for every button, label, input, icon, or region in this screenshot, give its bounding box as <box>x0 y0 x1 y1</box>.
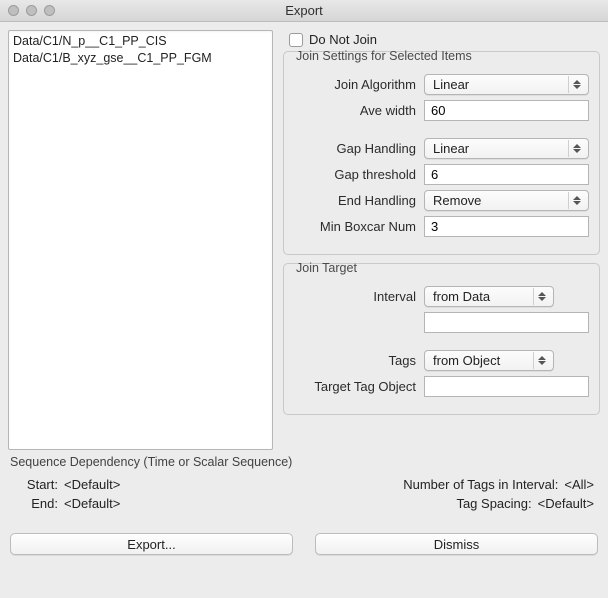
sequence-section: Sequence Dependency (Time or Scalar Sequ… <box>0 450 608 523</box>
window-title: Export <box>0 3 608 18</box>
chevron-updown-icon <box>568 192 584 209</box>
join-target-group: Join Target Interval from Data Tags <box>283 263 600 415</box>
min-boxcar-label: Min Boxcar Num <box>294 219 424 234</box>
window-controls <box>0 5 55 16</box>
tagspacing-value: <Default> <box>538 496 594 511</box>
select-value: Remove <box>433 193 481 208</box>
start-value: <Default> <box>64 477 120 492</box>
end-label: End: <box>14 496 58 511</box>
join-algorithm-label: Join Algorithm <box>294 77 424 92</box>
chevron-updown-icon <box>533 288 549 305</box>
interval-input[interactable] <box>424 312 589 333</box>
do-not-join-label: Do Not Join <box>309 32 377 47</box>
chevron-updown-icon <box>568 140 584 157</box>
numtags-value: <All> <box>564 477 594 492</box>
sequence-title: Sequence Dependency (Time or Scalar Sequ… <box>10 455 598 477</box>
tags-select[interactable]: from Object <box>424 350 554 371</box>
chevron-updown-icon <box>568 76 584 93</box>
tags-label: Tags <box>294 353 424 368</box>
zoom-icon[interactable] <box>44 5 55 16</box>
gap-threshold-label: Gap threshold <box>294 167 424 182</box>
chevron-updown-icon <box>533 352 549 369</box>
gap-threshold-input[interactable] <box>424 164 589 185</box>
end-handling-label: End Handling <box>294 193 424 208</box>
join-algorithm-select[interactable]: Linear <box>424 74 589 95</box>
interval-label: Interval <box>294 289 424 304</box>
select-value: from Data <box>433 289 490 304</box>
items-listbox[interactable]: Data/C1/N_p__C1_PP_CIS Data/C1/B_xyz_gse… <box>8 30 273 450</box>
export-button[interactable]: Export... <box>10 533 293 555</box>
target-tag-object-label: Target Tag Object <box>294 379 424 394</box>
end-value: <Default> <box>64 496 120 511</box>
target-tag-object-input[interactable] <box>424 376 589 397</box>
dismiss-button[interactable]: Dismiss <box>315 533 598 555</box>
group-title: Join Settings for Selected Items <box>294 49 474 63</box>
ave-width-label: Ave width <box>294 103 424 118</box>
tagspacing-label: Tag Spacing: <box>456 496 531 511</box>
button-label: Export... <box>127 537 175 552</box>
interval-select[interactable]: from Data <box>424 286 554 307</box>
list-item[interactable]: Data/C1/N_p__C1_PP_CIS <box>13 33 268 50</box>
list-item[interactable]: Data/C1/B_xyz_gse__C1_PP_FGM <box>13 50 268 67</box>
do-not-join-checkbox[interactable] <box>289 33 303 47</box>
close-icon[interactable] <box>8 5 19 16</box>
select-value: from Object <box>433 353 500 368</box>
gap-handling-label: Gap Handling <box>294 141 424 156</box>
ave-width-input[interactable] <box>424 100 589 121</box>
select-value: Linear <box>433 141 469 156</box>
join-settings-group: Join Settings for Selected Items Join Al… <box>283 51 600 255</box>
min-boxcar-input[interactable] <box>424 216 589 237</box>
numtags-label: Number of Tags in Interval: <box>403 477 558 492</box>
start-label: Start: <box>14 477 58 492</box>
button-label: Dismiss <box>434 537 480 552</box>
end-handling-select[interactable]: Remove <box>424 190 589 211</box>
gap-handling-select[interactable]: Linear <box>424 138 589 159</box>
minimize-icon[interactable] <box>26 5 37 16</box>
group-title: Join Target <box>294 261 359 275</box>
title-bar: Export <box>0 0 608 22</box>
select-value: Linear <box>433 77 469 92</box>
